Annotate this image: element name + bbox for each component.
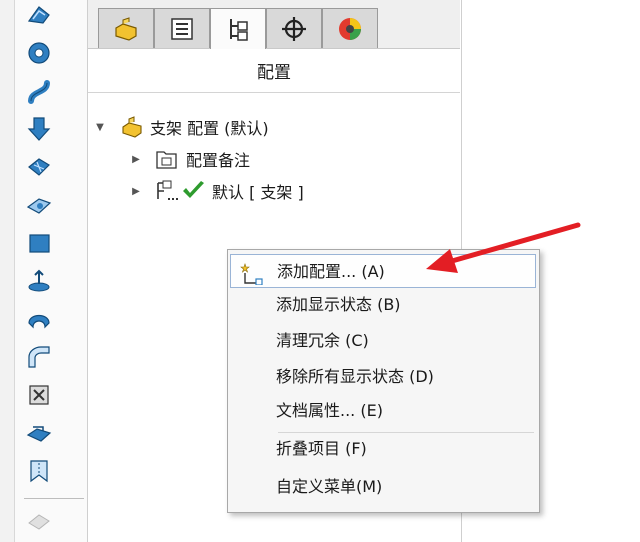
menu-item-label: 文档属性... (E) — [276, 401, 383, 420]
property-manager-icon — [171, 17, 193, 40]
menu-item-customize-menu[interactable]: 自定义菜单(M) — [230, 470, 536, 504]
menu-item-collapse-items[interactable]: 折叠项目 (F) — [230, 432, 536, 466]
menu-item-label: 移除所有显示状态 (D) — [276, 367, 434, 386]
tree-root-label: 支架 配置 (默认) — [150, 119, 269, 138]
extruded-cut-icon[interactable] — [24, 114, 54, 144]
tree-item-label: 默认 [ 支架 ] — [212, 183, 304, 202]
wrap-icon[interactable] — [24, 380, 54, 410]
tab-display-manager[interactable] — [322, 8, 378, 48]
loft-icon[interactable] — [24, 152, 54, 182]
flex-icon[interactable] — [24, 418, 54, 448]
panel-title: 配置 — [257, 63, 291, 83]
menu-item-label: 清理冗余 (C) — [276, 331, 369, 350]
collapse-arrow-icon[interactable]: ▼ — [94, 121, 106, 133]
tree-item-notes[interactable]: ▶ 配置备注 — [130, 146, 250, 172]
shell-icon[interactable] — [24, 304, 54, 334]
tree-item-default-config[interactable]: ▶ 默认 [ 支架 ] — [130, 178, 304, 204]
annotation-arrow-icon — [426, 222, 581, 273]
add-configuration-icon — [240, 263, 263, 285]
configuration-icon — [154, 179, 180, 203]
folder-icon — [154, 147, 180, 171]
tab-property-manager[interactable] — [154, 8, 210, 48]
bend-icon[interactable] — [24, 342, 54, 372]
tab-feature-manager[interactable] — [98, 8, 154, 48]
surface-icon[interactable] — [24, 190, 54, 220]
display-manager-icon — [339, 17, 361, 40]
tab-configuration-manager[interactable] — [210, 8, 266, 49]
plate-icon[interactable] — [24, 228, 54, 258]
menu-item-document-properties[interactable]: 文档属性... (E) — [230, 394, 536, 428]
menu-item-purge-unused[interactable]: 清理冗余 (C) — [230, 324, 536, 358]
menu-item-label: 添加显示状态 (B) — [276, 295, 401, 314]
configuration-manager-icon — [230, 19, 248, 41]
expand-arrow-icon[interactable]: ▶ — [130, 153, 142, 165]
menu-item-label: 添加配置... (A) — [277, 262, 385, 281]
tab-dimxpert-manager[interactable] — [266, 8, 322, 48]
menu-item-label: 折叠项目 (F) — [276, 439, 367, 458]
context-menu: 添加配置... (A) 添加显示状态 (B) 清理冗余 (C) 移除所有显示状态… — [227, 249, 540, 513]
expand-arrow-icon[interactable]: ▶ — [130, 185, 142, 197]
tree-root-row[interactable]: ▼ 支架 配置 (默认) — [94, 114, 269, 140]
zip-icon[interactable] — [24, 456, 54, 486]
fillet-icon[interactable] — [24, 266, 54, 296]
feature-toolbar — [15, 0, 87, 542]
manager-tab-bar — [88, 0, 460, 49]
menu-item-remove-display-states[interactable]: 移除所有显示状态 (D) — [230, 360, 536, 394]
active-checkmark-icon — [180, 179, 206, 203]
sweep-icon[interactable] — [24, 0, 54, 30]
window-left-edge — [0, 0, 15, 542]
part-icon — [120, 115, 146, 139]
dimxpert-icon — [282, 16, 306, 41]
tree-item-label: 配置备注 — [186, 151, 251, 170]
menu-item-add-display-state[interactable]: 添加显示状态 (B) — [230, 288, 536, 322]
toolbar-separator — [24, 498, 84, 499]
menu-item-label: 自定义菜单(M) — [276, 477, 383, 496]
revolve-icon[interactable] — [24, 38, 54, 68]
disabled-feature-icon — [24, 506, 54, 536]
part-icon — [115, 16, 137, 41]
panel-title-separator — [88, 92, 460, 93]
swept-boss-icon[interactable] — [24, 76, 54, 106]
